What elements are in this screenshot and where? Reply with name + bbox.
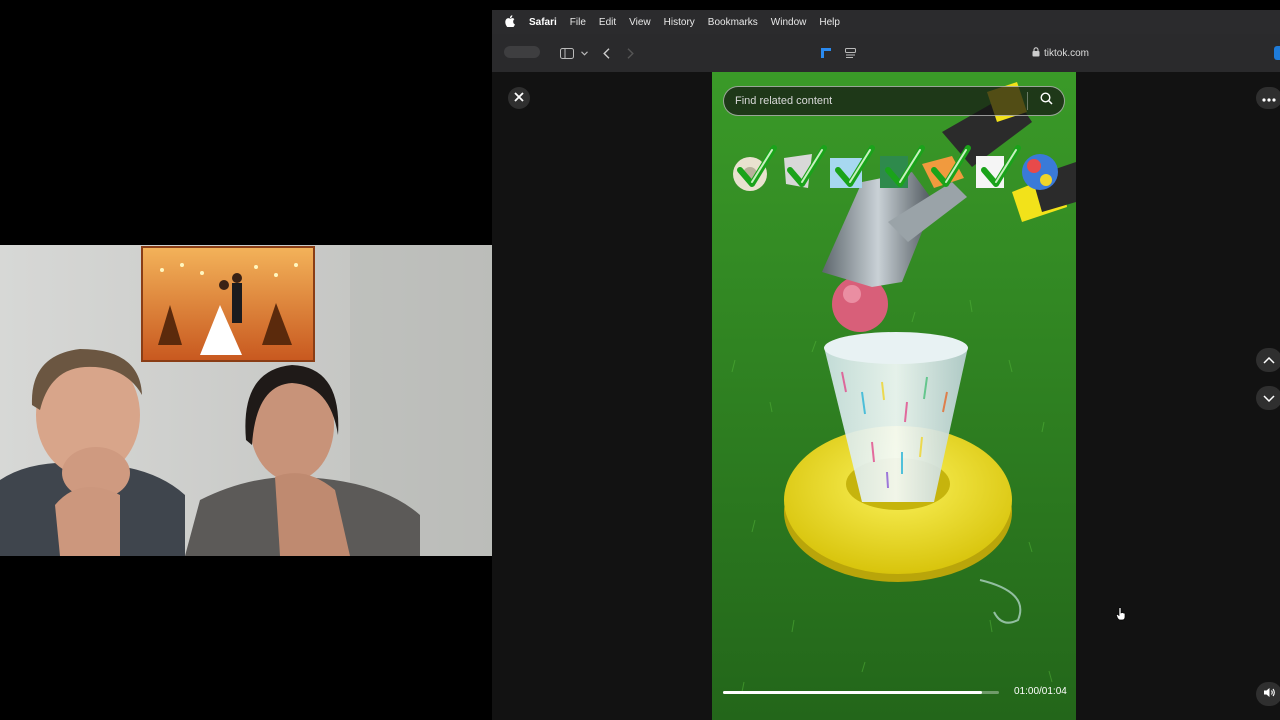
hand-cursor-icon: [1116, 607, 1126, 626]
related-search-box: [723, 86, 1065, 116]
menu-edit[interactable]: Edit: [599, 17, 616, 28]
video-frame: [712, 72, 1076, 720]
video-player[interactable]: 01:00/01:04: [712, 72, 1076, 720]
webcam-video: [0, 245, 492, 556]
menu-app-name[interactable]: Safari: [529, 17, 557, 28]
apple-icon[interactable]: [505, 14, 517, 30]
search-icon: [1039, 92, 1053, 110]
video-progress-bar[interactable]: [723, 691, 999, 694]
forward-arrow-icon[interactable]: [622, 34, 638, 72]
menu-window[interactable]: Window: [771, 17, 807, 28]
menu-bookmarks[interactable]: Bookmarks: [708, 17, 758, 28]
back-arrow-icon[interactable]: [598, 34, 614, 72]
volume-button[interactable]: [1256, 682, 1280, 706]
more-horizontal-icon: [1262, 89, 1276, 107]
window-controls[interactable]: [504, 46, 540, 58]
share-indicator: [1274, 46, 1280, 60]
tiktok-viewer: 01:00/01:04: [492, 72, 1280, 720]
sidebar-toggle-icon[interactable]: [554, 34, 580, 72]
mac-menubar: Safari File Edit View History Bookmarks …: [492, 10, 1280, 34]
next-video-button[interactable]: [1256, 386, 1280, 410]
chevron-up-icon: [1263, 351, 1275, 369]
menu-history[interactable]: History: [664, 17, 695, 28]
previous-video-button[interactable]: [1256, 348, 1280, 372]
wedding-photo-canvas: [141, 246, 315, 362]
menu-file[interactable]: File: [570, 17, 586, 28]
volume-icon: [1263, 685, 1276, 703]
menu-help[interactable]: Help: [819, 17, 840, 28]
lock-icon: [1032, 46, 1040, 60]
safari-toolbar: tiktok.com: [492, 34, 1280, 73]
reader-icon[interactable]: [842, 34, 858, 72]
close-icon: [514, 89, 524, 107]
more-options-button[interactable]: [1256, 87, 1280, 109]
address-bar[interactable]: tiktok.com: [1032, 34, 1089, 72]
chevron-down-icon[interactable]: [578, 34, 590, 72]
video-progress-fill: [723, 691, 982, 694]
search-input[interactable]: [724, 94, 1027, 108]
close-button[interactable]: [508, 87, 530, 109]
chevron-down-icon: [1263, 389, 1275, 407]
video-time: 01:00/01:04: [1014, 686, 1067, 697]
search-button[interactable]: [1028, 86, 1064, 116]
shared-screen: Safari File Edit View History Bookmarks …: [492, 10, 1280, 720]
menu-view[interactable]: View: [629, 17, 651, 28]
address-text: tiktok.com: [1044, 47, 1090, 59]
extension-icon[interactable]: [818, 34, 834, 72]
